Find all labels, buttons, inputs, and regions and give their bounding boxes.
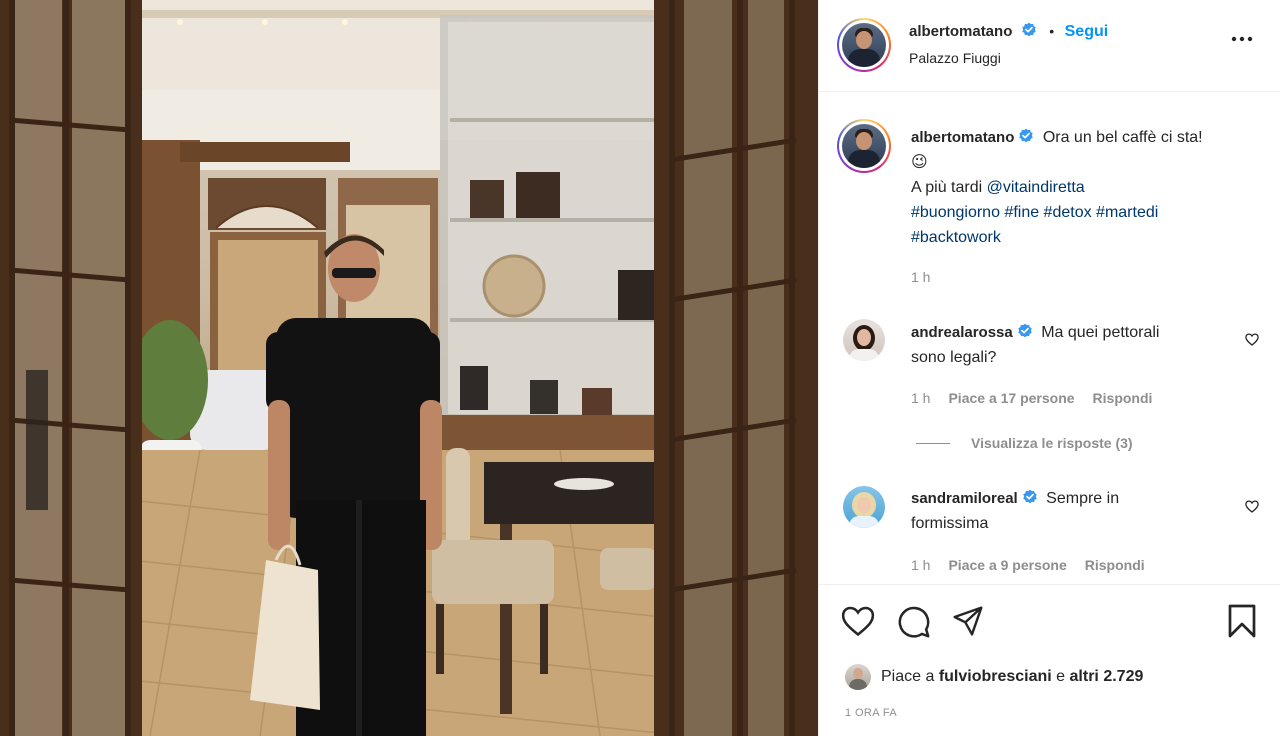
- author-line: albertomatano • Segui: [909, 22, 1108, 41]
- comment-like-heart-icon[interactable]: [1245, 500, 1259, 513]
- comment-meta: 1 h Piace a 17 persone Rispondi: [911, 390, 1152, 406]
- likes-summary: Piace a fulviobresciani e altri 2.729: [881, 668, 1143, 686]
- caption-text: Ora un bel caffè ci sta!: [1042, 129, 1203, 146]
- author-username[interactable]: albertomatano: [909, 23, 1012, 40]
- comment-sandramiloreal: sandramiloreal Sempre in formissima: [911, 486, 1231, 536]
- caption-avatar[interactable]: [837, 119, 891, 173]
- caption-hashtags-line2[interactable]: #backtowork: [911, 225, 1271, 250]
- verified-badge-icon: [1019, 128, 1034, 143]
- comment-avatar-andrealarossa[interactable]: [843, 319, 885, 361]
- view-replies-button[interactable]: Visualizza le risposte (3): [971, 435, 1133, 451]
- more-options-icon[interactable]: [1231, 36, 1253, 42]
- comment-reply-button[interactable]: Rispondi: [1085, 557, 1145, 573]
- post-photo-illustration: [0, 0, 818, 736]
- comment-text: sono legali?: [911, 349, 997, 366]
- comments-section[interactable]: albertomatano Ora un bel caffè ci sta! 😉…: [819, 93, 1280, 585]
- share-icon[interactable]: [951, 605, 985, 637]
- liker-username[interactable]: fulviobresciani: [939, 668, 1052, 685]
- caption-time: 1 h: [911, 269, 931, 285]
- verified-badge-icon: [1023, 489, 1037, 504]
- caption-hashtags-line1[interactable]: #buongiorno #fine #detox #martedi: [911, 200, 1271, 225]
- comment-reply-button[interactable]: Rispondi: [1093, 390, 1153, 406]
- likes-middle: e: [1051, 668, 1070, 685]
- liker-avatar[interactable]: [845, 664, 871, 690]
- post-location[interactable]: Palazzo Fiuggi: [909, 50, 1001, 66]
- bookmark-icon[interactable]: [1227, 603, 1257, 639]
- comment-time: 1 h: [911, 390, 931, 406]
- comment-likes-count[interactable]: Piace a 9 persone: [948, 557, 1066, 573]
- comment-icon[interactable]: [897, 605, 931, 639]
- heart-icon[interactable]: [841, 605, 875, 637]
- caption-line2-prefix: A più tardi: [911, 179, 987, 196]
- post-side-panel: albertomatano • Segui Palazzo Fiuggi alb…: [818, 0, 1280, 736]
- comment-likes-count[interactable]: Piace a 17 persone: [948, 390, 1074, 406]
- caption: albertomatano Ora un bel caffè ci sta! 😉…: [911, 125, 1271, 250]
- view-replies-line: [916, 443, 950, 444]
- verified-badge-icon: [1022, 22, 1036, 37]
- author-avatar[interactable]: [837, 18, 891, 72]
- likes-prefix: Piace a: [881, 668, 939, 685]
- follow-button[interactable]: Segui: [1065, 23, 1109, 40]
- comment-text: Ma quei pettorali: [1041, 324, 1160, 341]
- comment-avatar-sandramiloreal[interactable]: [843, 486, 885, 528]
- post-header: albertomatano • Segui Palazzo Fiuggi: [819, 0, 1280, 92]
- posted-time: 1 ORA FA: [845, 707, 898, 719]
- comment-andrealarossa: andrealarossa Ma quei pettorali sono leg…: [911, 320, 1231, 370]
- comment-time: 1 h: [911, 557, 931, 573]
- verified-badge-icon: [1018, 323, 1032, 338]
- post-photo[interactable]: [0, 0, 818, 736]
- caption-mention-link[interactable]: @vitaindiretta: [987, 179, 1085, 196]
- comment-username[interactable]: andrealarossa: [911, 324, 1013, 341]
- separator-dot: •: [1049, 23, 1055, 39]
- comment-like-heart-icon[interactable]: [1245, 333, 1259, 346]
- comment-text: Sempre in: [1046, 490, 1120, 507]
- comment-meta: 1 h Piace a 9 persone Rispondi: [911, 557, 1145, 573]
- comment-text: formissima: [911, 515, 989, 532]
- caption-username[interactable]: albertomatano: [911, 129, 1014, 146]
- likes-others-button[interactable]: altri 2.729: [1070, 668, 1144, 685]
- comment-username[interactable]: sandramiloreal: [911, 490, 1018, 507]
- caption-emoji: 😉: [911, 154, 928, 171]
